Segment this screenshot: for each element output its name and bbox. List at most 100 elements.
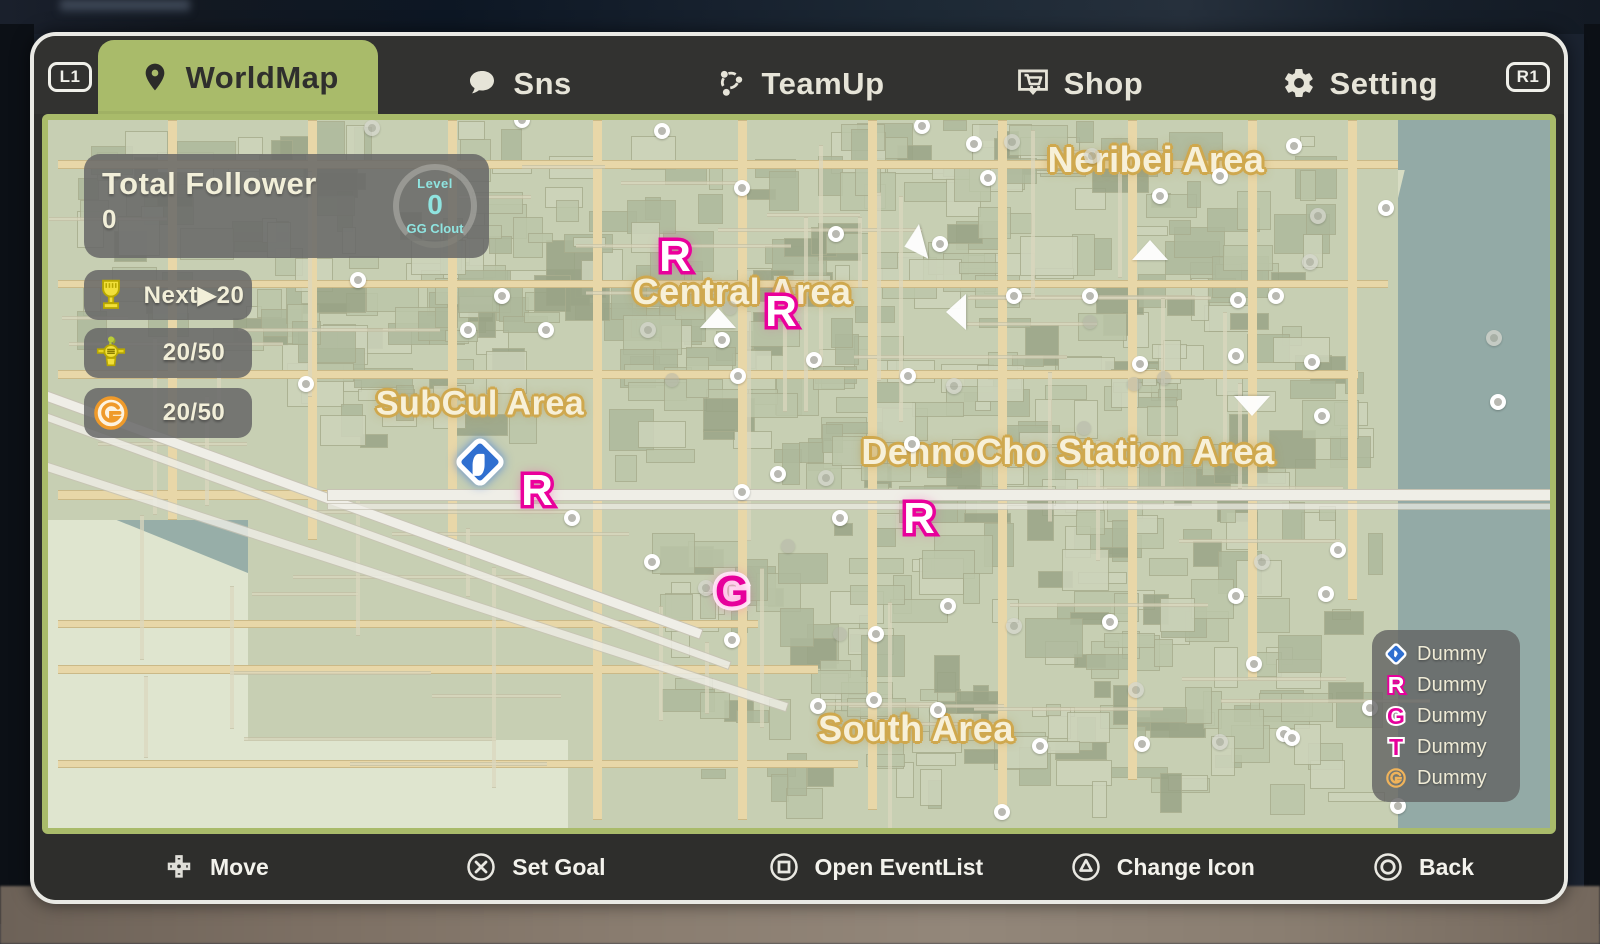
map-direction-chevron [946,294,966,330]
map-node-marker[interactable] [1102,614,1118,630]
level-value: 0 [427,189,443,220]
map-node-marker[interactable] [1228,348,1244,364]
map-node-marker[interactable] [930,702,946,718]
map-node-marker[interactable] [966,136,982,152]
map-node-marker[interactable] [818,470,834,486]
map-node-marker[interactable] [714,332,730,348]
map-node-marker[interactable] [364,120,380,136]
tab-teamup-label: TeamUp [761,65,885,101]
map-node-marker[interactable] [1006,618,1022,634]
map-node-marker[interactable] [980,170,996,186]
map-node-marker[interactable] [1004,134,1020,150]
map-node-marker[interactable] [1212,734,1228,750]
map-node-marker[interactable] [994,804,1010,820]
map-node-marker[interactable] [1314,408,1330,424]
legend-item-label: Dummy [1417,766,1487,789]
team-network-icon [714,66,748,100]
map-node-marker[interactable] [538,322,554,338]
map-viewport[interactable]: Neribei Area Central Area SubCul Area Denno… [42,114,1556,834]
map-direction-chevron [1132,240,1168,260]
map-node-marker[interactable] [868,626,884,642]
r-marker-icon: R [1386,671,1407,698]
background-top-strip [0,0,1600,34]
map-node-marker[interactable] [932,236,948,252]
map-node-marker[interactable] [866,692,882,708]
map-node-marker[interactable] [734,484,750,500]
map-node-marker-faded [833,627,847,641]
map-r-marker[interactable]: R [900,493,939,544]
map-node-marker[interactable] [770,466,786,482]
map-node-marker[interactable] [494,288,510,304]
map-node-marker[interactable] [806,352,822,368]
action-open-eventlist[interactable]: Open EventList [769,852,1071,882]
map-node-marker[interactable] [1132,356,1148,372]
map-node-marker[interactable] [734,180,750,196]
map-r-marker[interactable]: R [518,465,557,516]
map-node-marker[interactable] [1318,586,1334,602]
action-change-icon[interactable]: Change Icon [1071,852,1373,882]
map-node-marker[interactable] [810,698,826,714]
map-node-marker[interactable] [298,376,314,392]
map-node-marker[interactable] [654,123,670,139]
map-r-marker[interactable]: R [762,286,801,337]
map-canvas[interactable]: Neribei Area Central Area SubCul Area Denno… [48,120,1550,828]
game-screen: L1 WorldMap Sns TeamUp Shop Setting R1 N… [0,0,1600,944]
map-node-marker[interactable] [1486,330,1502,346]
map-node-marker[interactable] [1134,736,1150,752]
action-move[interactable]: Move [164,852,466,882]
map-node-marker[interactable] [460,322,476,338]
map-r-marker[interactable]: R [656,231,695,282]
map-node-marker[interactable] [1230,292,1246,308]
tab-shop[interactable]: Shop [939,52,1219,114]
map-node-marker[interactable] [1212,168,1228,184]
legend-item: Dummy [1384,766,1510,790]
map-node-marker[interactable] [644,554,660,570]
map-node-marker[interactable] [640,322,656,338]
legend-item-label: Dummy [1417,704,1487,727]
stat-chip-next-goal: Next▶20 [84,270,252,320]
tab-bar: L1 WorldMap Sns TeamUp Shop Setting R1 [34,36,1564,114]
map-node-marker[interactable] [1254,554,1270,570]
map-node-marker[interactable] [1284,730,1300,746]
map-node-marker[interactable] [832,510,848,526]
tab-setting[interactable]: Setting [1220,52,1500,114]
shoulder-button-r1[interactable]: R1 [1506,62,1550,92]
action-set-goal[interactable]: Set Goal [466,852,768,882]
map-node-marker[interactable] [1490,394,1506,410]
map-node-marker[interactable] [1286,138,1302,154]
shoulder-button-l1[interactable]: L1 [48,62,92,92]
map-node-marker[interactable] [350,272,366,288]
map-node-marker[interactable] [946,378,962,394]
map-node-marker[interactable] [698,580,714,596]
map-node-marker[interactable] [1246,656,1262,672]
mic-stand-icon [92,334,130,372]
map-node-marker[interactable] [904,436,920,452]
map-node-marker[interactable] [1082,288,1098,304]
map-node-marker[interactable] [1304,354,1320,370]
map-node-marker[interactable] [1128,682,1144,698]
gear-icon [1282,66,1316,100]
map-node-marker[interactable] [828,226,844,242]
map-node-marker[interactable] [1302,254,1318,270]
map-node-marker[interactable] [1310,208,1326,224]
map-node-marker[interactable] [1228,588,1244,604]
map-node-marker[interactable] [1006,288,1022,304]
map-node-marker[interactable] [900,368,916,384]
map-node-marker[interactable] [1032,738,1048,754]
background-left-edge [0,24,34,924]
map-node-marker[interactable] [1084,148,1100,164]
map-node-marker[interactable] [1152,188,1168,204]
tab-sns[interactable]: Sns [378,52,658,114]
map-node-marker[interactable] [1268,288,1284,304]
tab-worldmap-label: WorldMap [185,59,339,95]
action-back[interactable]: Back [1373,852,1474,882]
map-g-marker[interactable]: G [711,566,753,618]
map-node-marker[interactable] [564,510,580,526]
tab-teamup[interactable]: TeamUp [659,52,939,114]
map-node-marker[interactable] [940,598,956,614]
tab-worldmap[interactable]: WorldMap [98,40,379,114]
map-node-marker[interactable] [724,632,740,648]
map-node-marker[interactable] [1330,542,1346,558]
map-node-marker[interactable] [1378,200,1394,216]
map-node-marker[interactable] [730,368,746,384]
